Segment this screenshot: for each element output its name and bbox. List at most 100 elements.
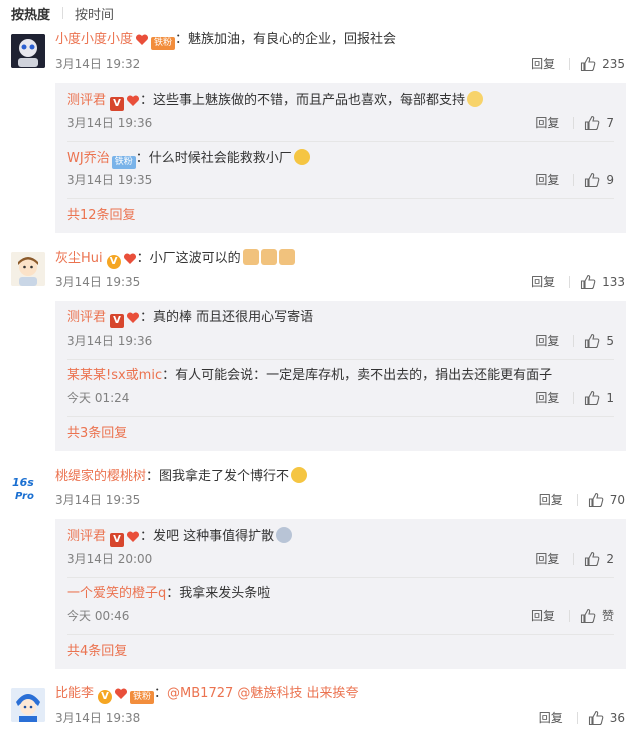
- reply-button[interactable]: 回复: [539, 491, 563, 508]
- reply-text: 我拿来发头条啦: [179, 586, 271, 601]
- svg-text:Pro: Pro: [15, 491, 34, 502]
- thumb-up-icon: [585, 172, 600, 187]
- reply-divider: [67, 141, 614, 142]
- doge-emoji-icon: [291, 467, 308, 483]
- username[interactable]: 灰尘Hui: [55, 251, 103, 266]
- reply-button[interactable]: 回复: [531, 607, 555, 624]
- verified-v-icon: V: [110, 533, 125, 547]
- heart-icon: [114, 688, 128, 706]
- more-replies-link[interactable]: 共12条回复: [67, 207, 136, 225]
- like-button[interactable]: 赞: [580, 607, 614, 624]
- thumb-up-icon: [588, 492, 604, 507]
- reply-actions: 回复 赞: [531, 607, 614, 624]
- username[interactable]: 一个爱笑的橙子q: [67, 586, 166, 601]
- comment-text: 图我拿走了发个博行不: [159, 469, 290, 484]
- reply-text: 有人可能会说：一定是库存机，卖不出去的，捐出去还能更有面子: [175, 368, 553, 383]
- colon: ：: [140, 529, 154, 544]
- comment-line: 桃缇家的樱桃树：图我拿走了发个博行不: [55, 467, 636, 486]
- comment-actions: 回复 133: [531, 273, 625, 290]
- action-divider: [573, 173, 575, 186]
- username[interactable]: WJ乔治: [67, 151, 110, 166]
- nerd-emoji-icon: [467, 91, 484, 107]
- reply-list: 测评君 V ：这些事上魅族做的不错，而且产品也喜欢，每部都支持 3月14日 19:3…: [55, 83, 626, 233]
- comment-actions: 回复 36: [539, 709, 625, 726]
- like-label: 赞: [601, 609, 614, 623]
- shocked-emoji-icon: [276, 527, 293, 543]
- username[interactable]: 比能李: [55, 686, 94, 701]
- like-button[interactable]: 70: [588, 492, 625, 508]
- action-divider: [576, 493, 578, 506]
- reply-line: WJ乔治 铁粉 ：什么时候社会能救救小厂: [67, 149, 618, 169]
- thumb-up-icon: [585, 333, 600, 348]
- reply-actions: 回复 5: [535, 332, 614, 349]
- reply-time: 今天 00:46: [67, 609, 130, 623]
- like-button[interactable]: 36: [588, 710, 625, 726]
- reply-text: 发吧 这种事值得扩散: [153, 529, 275, 544]
- tab-sort-hot[interactable]: 按热度: [11, 4, 50, 23]
- avatar[interactable]: 16s Pro: [11, 470, 45, 504]
- username[interactable]: 测评君: [67, 529, 106, 544]
- like-button[interactable]: 1: [584, 390, 614, 406]
- thumb-up-icon: [585, 115, 600, 130]
- action-divider: [573, 552, 575, 565]
- like-count: 2: [606, 551, 614, 566]
- username[interactable]: 测评君: [67, 310, 106, 325]
- fan-badge: 铁粉: [151, 37, 176, 50]
- heart-icon: [126, 531, 140, 549]
- comment-text: 小厂这波可以的: [149, 251, 241, 266]
- like-button[interactable]: 133: [580, 274, 625, 290]
- colon: ：: [140, 310, 154, 325]
- comment-item: 小度小度小度 铁粉 ：魅族加油，有良心的企业，回报社会 3月14日 19:32 回复…: [0, 31, 636, 237]
- like-count: 5: [606, 333, 614, 348]
- thumb-up-icon: [585, 390, 600, 405]
- action-divider: [569, 57, 571, 70]
- reply-button[interactable]: 回复: [535, 389, 559, 406]
- reply-time: 3月14日 19:36: [67, 334, 153, 348]
- reply-text: 真的棒 而且还很用心写寄语: [153, 310, 314, 325]
- avatar[interactable]: [11, 34, 45, 68]
- like-button[interactable]: 2: [584, 551, 614, 567]
- more-replies-link[interactable]: 共4条回复: [67, 643, 127, 661]
- comment-item: 16s Pro 桃缇家的樱桃树：图我拿走了发个博行不 3月14日 19:35 回复…: [0, 467, 636, 673]
- reply-button[interactable]: 回复: [535, 550, 559, 567]
- like-button[interactable]: 7: [584, 115, 614, 131]
- action-divider: [569, 275, 571, 288]
- colon: ：: [146, 469, 160, 484]
- action-divider: [573, 391, 575, 404]
- reply-button[interactable]: 回复: [539, 709, 563, 726]
- reply-line: 某某某!sx或mic：有人可能会说：一定是库存机，卖不出去的，捐出去还能更有面子: [67, 367, 618, 385]
- colon: ：: [136, 251, 150, 266]
- like-button[interactable]: 235: [580, 56, 625, 72]
- reply-time: 3月14日 19:36: [67, 116, 153, 130]
- tab-sort-time[interactable]: 按时间: [75, 4, 114, 23]
- tab-divider: [62, 7, 64, 19]
- colon: ：: [135, 151, 149, 166]
- more-replies-link[interactable]: 共3条回复: [67, 425, 127, 443]
- username[interactable]: 测评君: [67, 93, 106, 108]
- username[interactable]: 某某某!sx或mic: [67, 368, 162, 383]
- like-button[interactable]: 9: [584, 172, 614, 188]
- avatar[interactable]: [11, 688, 45, 722]
- reply-button[interactable]: 回复: [535, 114, 559, 131]
- reply-button[interactable]: 回复: [535, 171, 559, 188]
- colon: ：: [154, 686, 168, 701]
- comment-item: 比能李 V 铁粉 ：@MB1727 @魅族科技 出来挨夸 3月14日 19:38 回复…: [0, 685, 636, 735]
- like-button[interactable]: 5: [584, 333, 614, 349]
- reply-button[interactable]: 回复: [535, 332, 559, 349]
- like-count: 70: [609, 492, 625, 507]
- reply-button[interactable]: 回复: [531, 273, 555, 290]
- sort-tabs: 按热度 按时间: [11, 4, 114, 23]
- like-count: 9: [606, 172, 614, 187]
- comment-actions: 回复 235: [531, 55, 625, 72]
- reply-button[interactable]: 回复: [531, 55, 555, 72]
- reply-actions: 回复 7: [535, 114, 614, 131]
- heart-icon: [126, 95, 140, 113]
- avatar[interactable]: [11, 252, 45, 286]
- reply-list: 测评君 V ：真的棒 而且还很用心写寄语 3月14日 19:36 回复 5 某某某!…: [55, 301, 626, 451]
- username[interactable]: 小度小度小度: [55, 32, 133, 47]
- verified-v-icon: V: [98, 690, 113, 704]
- reply-divider: [67, 198, 614, 199]
- thumb-up-icon: [581, 56, 596, 71]
- reply-divider: [67, 359, 614, 360]
- username[interactable]: 桃缇家的樱桃树: [55, 469, 146, 484]
